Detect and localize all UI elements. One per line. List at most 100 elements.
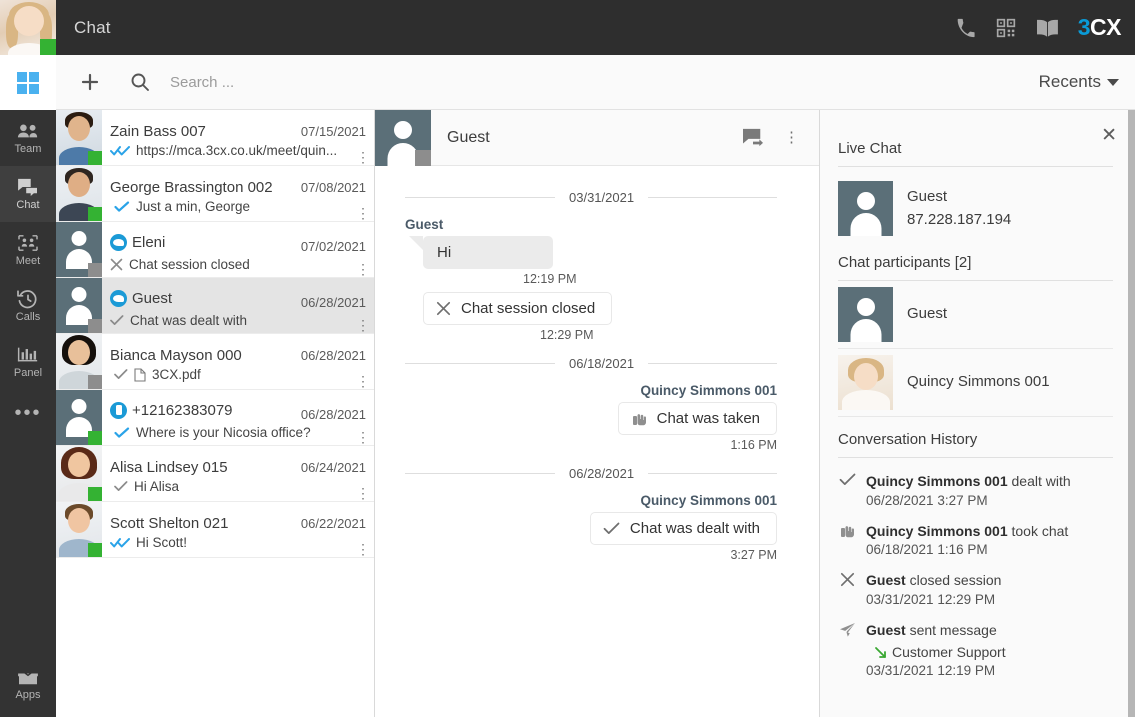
conversation-thread: Guest ⋮	[375, 110, 820, 717]
windows-start-button[interactable]	[0, 55, 56, 110]
participant-name: Quincy Simmons 001	[907, 371, 1050, 394]
check-icon	[114, 481, 128, 492]
search-input[interactable]	[170, 74, 400, 91]
team-icon	[17, 121, 39, 141]
day-separator: 03/31/2021	[405, 190, 777, 205]
kebab-menu-icon[interactable]: ⋮	[356, 209, 370, 217]
chat-date: 06/28/2021	[293, 407, 366, 422]
history-actor: Guest	[866, 572, 906, 588]
transfer-chat-icon[interactable]	[742, 128, 764, 148]
chat-list-item[interactable]: Eleni 07/02/2021 Chat session closed	[56, 222, 374, 278]
chat-list-item[interactable]: Scott Shelton 021 06/22/2021 Hi Scott! ⋮	[56, 502, 374, 558]
livechat-badge-icon	[110, 234, 127, 251]
new-chat-button[interactable]	[72, 64, 108, 100]
mobile-badge-icon	[110, 402, 127, 419]
kebab-menu-icon[interactable]: ⋮	[356, 265, 370, 273]
status-badge	[88, 319, 102, 333]
x-icon	[436, 301, 451, 316]
livechat-badge-icon	[110, 290, 127, 307]
avatar	[838, 287, 893, 342]
guest-ip: 87.228.187.194	[907, 209, 1011, 232]
thread-title: Guest	[447, 129, 490, 147]
avatar	[838, 181, 893, 236]
x-icon	[110, 258, 123, 271]
chat-date: 07/02/2021	[293, 239, 366, 254]
kebab-menu-icon[interactable]: ⋮	[356, 153, 370, 161]
separator-date: 03/31/2021	[569, 190, 634, 205]
message-time: 3:27 PM	[405, 548, 777, 562]
sidebar-more-button[interactable]: •••	[0, 390, 56, 436]
chat-list-item[interactable]: George Brassington 002 07/08/2021 Just a…	[56, 166, 374, 222]
participant-row[interactable]: Quincy Simmons 001	[838, 349, 1113, 417]
chat-preview: Where is your Nicosia office?	[136, 425, 311, 440]
search-icon[interactable]	[122, 64, 158, 100]
chat-preview: Hi Alisa	[134, 479, 179, 494]
status-badge	[415, 150, 431, 166]
day-separator: 06/28/2021	[405, 466, 777, 481]
current-user-avatar[interactable]	[0, 0, 56, 55]
chat-list-item-selected[interactable]: Guest 06/28/2021 Chat was dealt with	[56, 278, 374, 334]
system-bubble: Chat was dealt with	[590, 512, 777, 545]
windows-logo-icon	[17, 72, 39, 94]
history-action: took chat	[1008, 523, 1069, 539]
history-timestamp: 06/18/2021 1:16 PM	[866, 542, 1068, 557]
qr-code-icon[interactable]	[996, 18, 1016, 38]
kebab-menu-icon[interactable]: ⋮	[356, 433, 370, 441]
avatar	[838, 355, 893, 410]
kebab-menu-icon[interactable]: ⋮	[356, 377, 370, 385]
chat-name: Alisa Lindsey 015	[110, 459, 228, 476]
chat-list-item[interactable]: +12162383079 06/28/2021 Where is your Ni…	[56, 390, 374, 446]
system-text: Chat was taken	[657, 410, 760, 427]
avatar	[56, 390, 102, 445]
recents-filter-dropdown[interactable]: Recents	[1039, 72, 1119, 92]
history-timestamp: 06/28/2021 3:27 PM	[866, 493, 1071, 508]
chevron-down-icon	[1107, 79, 1119, 86]
sidebar-item-apps[interactable]: Apps	[0, 653, 56, 717]
phone-icon[interactable]	[956, 18, 976, 38]
kebab-menu-icon[interactable]: ⋮	[356, 489, 370, 497]
sidebar-item-meet[interactable]: Meet	[0, 222, 56, 278]
status-badge	[878, 221, 893, 236]
sidebar-item-calls[interactable]: Calls	[0, 278, 56, 334]
thread-avatar	[375, 110, 431, 166]
chat-list-item[interactable]: Zain Bass 007 07/15/2021 https://mca.3cx…	[56, 110, 374, 166]
history-item: Quincy Simmons 001 took chat 06/18/2021 …	[838, 512, 1113, 562]
close-icon[interactable]: ✕	[1101, 126, 1117, 145]
status-badge	[88, 487, 102, 501]
chat-list-item[interactable]: Alisa Lindsey 015 06/24/2021 Hi Alisa ⋮	[56, 446, 374, 502]
thread-menu-icon[interactable]: ⋮	[784, 135, 799, 140]
message-time: 12:19 PM	[405, 272, 777, 286]
participant-row[interactable]: Guest	[838, 281, 1113, 349]
history-timestamp: 03/31/2021 12:19 PM	[866, 663, 1006, 678]
sidebar-item-label: Panel	[14, 367, 42, 379]
live-chat-title: Live Chat	[838, 110, 1113, 157]
system-text: Chat session closed	[461, 300, 595, 317]
chat-list-item[interactable]: Bianca Mayson 000 06/28/2021 3CX	[56, 334, 374, 390]
kebab-menu-icon[interactable]: ⋮	[356, 321, 370, 329]
scrollbar-thumb[interactable]	[1128, 110, 1135, 717]
message-incoming: Guest Hi 12:19 PM	[405, 217, 777, 286]
history-action: closed session	[906, 572, 1002, 588]
meet-icon	[17, 233, 39, 253]
kebab-menu-icon[interactable]: ⋮	[356, 545, 370, 553]
sidebar-item-panel[interactable]: Panel	[0, 334, 56, 390]
participants-title: Chat participants [2]	[838, 246, 1113, 271]
status-badge	[878, 327, 893, 342]
double-check-icon	[110, 537, 130, 548]
participant-name: Guest	[907, 303, 947, 326]
apps-icon	[17, 669, 39, 687]
recents-label: Recents	[1039, 72, 1101, 92]
phonebook-icon[interactable]	[1036, 18, 1058, 38]
chat-name: Bianca Mayson 000	[110, 347, 242, 364]
info-panel-scrollbar[interactable]	[1128, 110, 1135, 717]
hand-grab-icon	[631, 411, 647, 427]
chat-date: 06/28/2021	[293, 348, 366, 363]
chat-date: 06/28/2021	[293, 295, 366, 310]
info-panel: ✕ Live Chat Guest 87.228.187.194	[820, 110, 1135, 717]
chat-date: 07/08/2021	[293, 180, 366, 195]
chat-icon	[17, 177, 39, 197]
sidebar-item-team[interactable]: Team	[0, 110, 56, 166]
sidebar-item-chat[interactable]: Chat	[0, 166, 56, 222]
chat-date: 07/15/2021	[293, 124, 366, 139]
check-icon	[838, 471, 856, 486]
